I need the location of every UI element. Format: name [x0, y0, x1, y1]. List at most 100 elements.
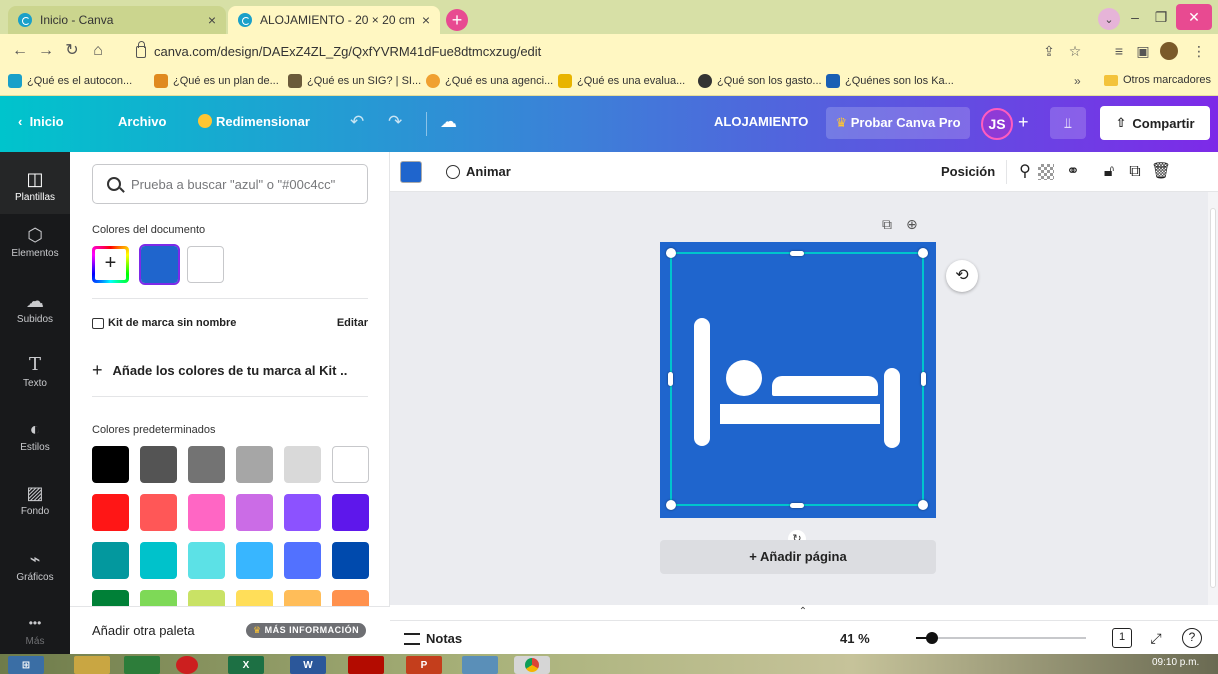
cloud-saved-icon[interactable]: ☁ [440, 112, 457, 132]
default-color-swatch[interactable] [140, 446, 177, 483]
default-color-swatch[interactable] [188, 494, 225, 531]
resize-handle-edge[interactable] [668, 372, 673, 386]
close-tab-icon[interactable]: × [208, 12, 216, 28]
default-color-swatch[interactable] [92, 446, 129, 483]
link-icon[interactable]: ⚭ [1062, 161, 1084, 183]
new-tab-button[interactable]: + [446, 9, 468, 31]
share-page-icon[interactable]: ⇪ [1040, 42, 1058, 60]
resize-handle-corner[interactable] [918, 248, 928, 258]
home-button[interactable]: ‹ Inicio [18, 114, 64, 129]
home-icon[interactable]: ⌂ [88, 41, 108, 61]
start-button[interactable]: ⊞ [8, 656, 44, 674]
url-bar[interactable]: canva.com/design/DAExZ4ZL_Zg/QxfYVRM41dF… [124, 38, 1154, 64]
forward-arrow-icon[interactable]: → [36, 41, 56, 61]
bookmark-item[interactable]: ¿Qué es un SIG? | SI... [288, 74, 421, 88]
paint-roller-icon[interactable]: ⚲ [1014, 161, 1036, 183]
vertical-scrollbar[interactable] [1208, 192, 1218, 605]
zoom-level-readout[interactable]: 41 % [840, 631, 870, 646]
close-tab-icon[interactable]: × [422, 12, 430, 28]
resize-handle-edge[interactable] [790, 503, 804, 508]
browser-tab-alojamiento[interactable]: ALOJAMIENTO - 20 × 20 cm × [228, 6, 440, 34]
reload-icon[interactable]: ↻ [62, 41, 82, 61]
rail-item-estilos[interactable]: ◐ Estilos [0, 418, 70, 453]
help-button[interactable]: ? [1182, 628, 1202, 648]
lock-icon[interactable]: 🔓︎ [1098, 161, 1120, 183]
store-taskbar-icon[interactable] [124, 656, 160, 674]
more-bookmarks-chevron-icon[interactable]: » [1074, 74, 1081, 88]
rail-item-elementos[interactable]: ⬡ Elementos [0, 224, 70, 259]
browser-tab-inicio[interactable]: Inicio - Canva × [8, 6, 226, 34]
undo-icon[interactable]: ↶ [350, 112, 364, 132]
rail-item-graficos[interactable]: ⌁ Gráficos [0, 548, 70, 583]
default-color-swatch[interactable] [332, 446, 369, 483]
reading-list-icon[interactable]: ≡ [1110, 42, 1128, 60]
rotate-element-icon[interactable]: ⟲ [946, 260, 978, 292]
notes-button[interactable]: Notas [404, 631, 462, 646]
profile-avatar[interactable] [1160, 42, 1178, 60]
chrome-taskbar-icon[interactable] [514, 656, 550, 674]
file-explorer-taskbar-icon[interactable] [74, 656, 110, 674]
bookmark-star-icon[interactable]: ☆ [1066, 42, 1084, 60]
resize-handle-edge[interactable] [921, 372, 926, 386]
bookmark-item[interactable]: ¿Qué es una evalua... [558, 74, 685, 88]
tab-search-dropdown-icon[interactable]: ⌄ [1098, 8, 1120, 30]
collapse-notes-chevron-icon[interactable]: ⌃ [778, 606, 828, 620]
close-window-icon[interactable]: ✕ [1176, 4, 1212, 30]
restore-window-icon[interactable]: ❐ [1150, 4, 1172, 30]
zoom-slider[interactable] [916, 632, 1086, 644]
insights-chart-icon[interactable]: ⫫ [1050, 107, 1086, 139]
more-info-button[interactable]: ♛ MÁS INFORMACIÓN [246, 623, 367, 638]
other-bookmarks-folder[interactable]: Otros marcadores [1104, 74, 1211, 86]
bookmark-item[interactable]: ¿Qué es un plan de... [154, 74, 279, 88]
add-page-button[interactable]: + Añadir página [660, 540, 936, 574]
default-color-swatch[interactable] [236, 590, 273, 606]
fill-color-button[interactable] [400, 161, 422, 183]
rail-item-subidos[interactable]: ☁ Subidos [0, 290, 70, 325]
minimize-window-icon[interactable]: – [1124, 4, 1146, 30]
opera-taskbar-icon[interactable] [176, 656, 198, 674]
powerpoint-taskbar-icon[interactable]: P [406, 656, 442, 674]
transparency-icon[interactable] [1038, 164, 1054, 180]
resize-handle-corner[interactable] [666, 248, 676, 258]
animate-button[interactable]: Animar [446, 164, 511, 179]
page-count-button[interactable]: 1 [1112, 628, 1132, 648]
rail-item-plantillas[interactable]: ◫ Plantillas [0, 152, 70, 214]
user-avatar[interactable]: JS [981, 108, 1013, 140]
default-color-swatch[interactable] [188, 446, 225, 483]
acrobat-taskbar-icon[interactable] [348, 656, 384, 674]
default-color-swatch[interactable] [284, 494, 321, 531]
default-color-swatch[interactable] [284, 590, 321, 606]
default-color-swatch[interactable] [284, 446, 321, 483]
resize-handle-corner[interactable] [666, 500, 676, 510]
default-color-swatch[interactable] [92, 494, 129, 531]
zoom-slider-knob[interactable] [926, 632, 938, 644]
add-page-icon[interactable]: ⊕ [906, 216, 932, 232]
default-color-swatch[interactable] [236, 542, 273, 579]
bookmark-item[interactable]: ¿Qué son los gasto... [698, 74, 822, 88]
excel-taskbar-icon[interactable]: X [228, 656, 264, 674]
default-color-swatch[interactable] [236, 494, 273, 531]
default-color-swatch[interactable] [92, 542, 129, 579]
default-color-swatch[interactable] [332, 494, 369, 531]
side-panel-icon[interactable]: ▣ [1134, 42, 1152, 60]
add-palette-label[interactable]: Añadir otra paleta [92, 623, 195, 638]
back-arrow-icon[interactable]: ← [10, 41, 30, 61]
default-color-swatch[interactable] [188, 590, 225, 606]
default-color-swatch[interactable] [332, 542, 369, 579]
add-collaborator-icon[interactable]: + [1018, 112, 1029, 133]
share-button[interactable]: ⇧ Compartir [1100, 106, 1210, 140]
try-pro-button[interactable]: ♛ Probar Canva Pro [826, 107, 970, 139]
scrollbar-thumb[interactable] [1210, 208, 1216, 588]
redo-icon[interactable]: ↷ [388, 112, 402, 132]
bookmark-item[interactable]: ¿Qué es el autocon... [8, 74, 132, 88]
rail-item-fondo[interactable]: ▨ Fondo [0, 482, 70, 517]
default-color-swatch[interactable] [284, 542, 321, 579]
rail-item-mas[interactable]: ••• Más [0, 612, 70, 647]
browser-menu-icon[interactable]: ⋮ [1190, 42, 1208, 60]
design-title[interactable]: ALOJAMIENTO [714, 114, 808, 129]
default-color-swatch[interactable] [140, 542, 177, 579]
default-color-swatch[interactable] [140, 494, 177, 531]
bookmark-item[interactable]: ¿Quénes son los Ka... [826, 74, 954, 88]
resize-handle-edge[interactable] [790, 251, 804, 256]
default-color-swatch[interactable] [188, 542, 225, 579]
